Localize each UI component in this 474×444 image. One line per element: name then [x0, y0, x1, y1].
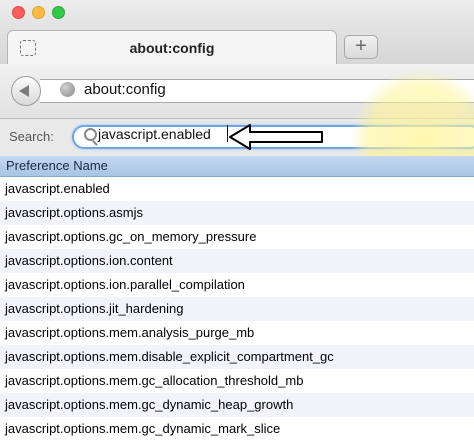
preference-row[interactable]: javascript.options.mem.gc_dynamic_heap_g…	[0, 393, 474, 417]
preference-name-column-header[interactable]: Preference Name	[0, 156, 474, 177]
tab-about-config[interactable]: about:config	[7, 30, 337, 65]
back-button[interactable]	[11, 76, 41, 106]
preference-row[interactable]: javascript.options.mem.gc_allocation_thr…	[0, 369, 474, 393]
url-text[interactable]: about:config	[84, 81, 166, 98]
left-arrow-pointer-icon	[229, 124, 323, 150]
preference-row[interactable]: javascript.options.gc_on_memory_pressure	[0, 225, 474, 249]
preference-row[interactable]: javascript.options.ion.content	[0, 249, 474, 273]
back-arrow-icon	[19, 85, 29, 97]
title-bar: about:config +	[0, 0, 474, 65]
tab-title: about:config	[129, 40, 215, 56]
search-value[interactable]: javascript.enabled	[98, 126, 211, 142]
preference-list: javascript.enabled javascript.options.as…	[0, 177, 474, 441]
search-label: Search:	[9, 129, 54, 144]
globe-icon	[60, 82, 75, 97]
preference-row[interactable]: javascript.options.ion.parallel_compilat…	[0, 273, 474, 297]
preference-row[interactable]: javascript.options.mem.analysis_purge_mb	[0, 321, 474, 345]
minimize-window-button[interactable]	[32, 6, 45, 19]
magnifier-icon	[84, 128, 97, 141]
new-tab-button[interactable]: +	[344, 35, 378, 59]
preference-row[interactable]: javascript.options.mem.gc_dynamic_mark_s…	[0, 417, 474, 441]
zoom-window-button[interactable]	[52, 6, 65, 19]
column-header-label: Preference Name	[6, 158, 108, 173]
close-window-button[interactable]	[12, 6, 25, 19]
preference-row[interactable]: javascript.enabled	[0, 177, 474, 201]
preference-row[interactable]: javascript.options.asmjs	[0, 201, 474, 225]
preference-row[interactable]: javascript.options.jit_hardening	[0, 297, 474, 321]
preference-row[interactable]: javascript.options.mem.disable_explicit_…	[0, 345, 474, 369]
